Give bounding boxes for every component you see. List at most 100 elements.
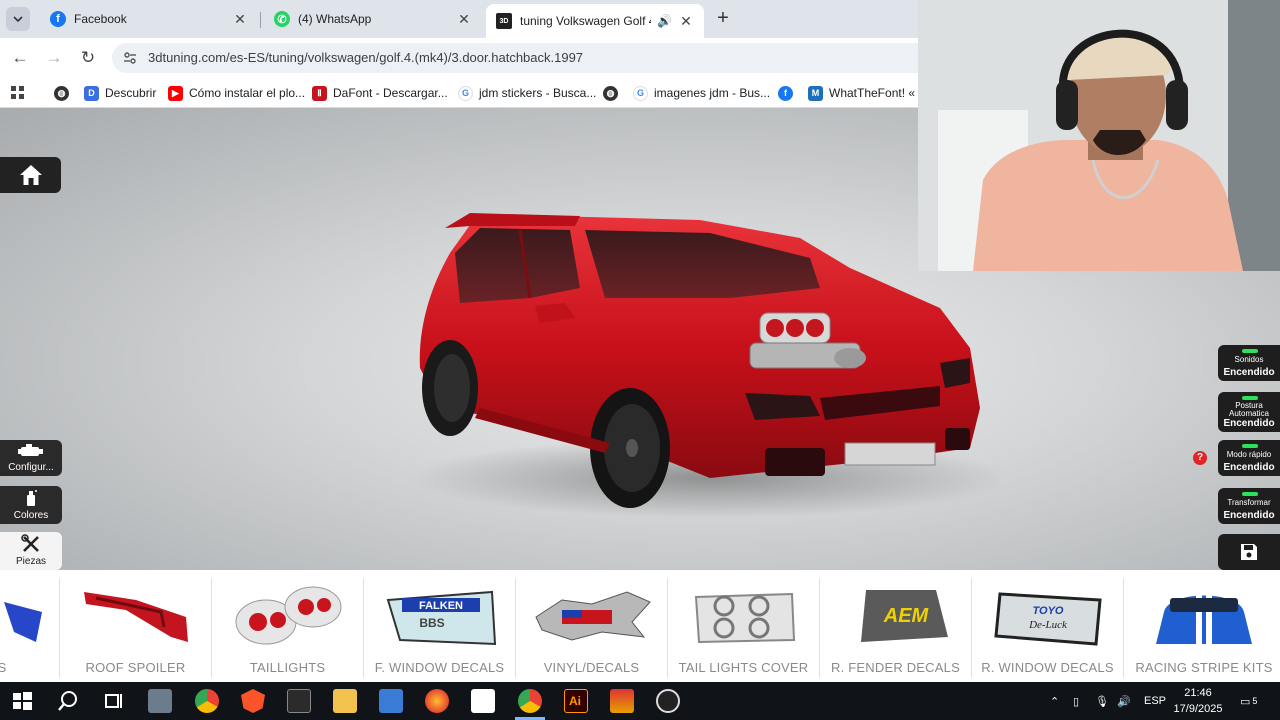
tab-whatsapp[interactable]: ✆ (4) WhatsApp ✕ xyxy=(264,4,482,34)
tab-search-button[interactable] xyxy=(6,7,30,31)
part-item-rear-window-decals[interactable]: TOYO De-Luck R. WINDOW DECALS xyxy=(972,578,1124,678)
usb-icon[interactable]: ▯ xyxy=(1073,682,1079,720)
svg-text:AEM: AEM xyxy=(883,605,930,627)
3dtuning-icon: 3D xyxy=(496,13,512,29)
toggle-sounds[interactable]: Sonidos Encendido xyxy=(1218,345,1280,381)
globe-icon: ◍ xyxy=(603,85,618,101)
tray-expand-button[interactable]: ⌃ xyxy=(1050,682,1059,720)
part-thumbnail: FALKEN BBS xyxy=(386,590,497,646)
brave-icon[interactable] xyxy=(241,689,265,713)
bookmark-globe-2[interactable]: ◍ xyxy=(603,84,624,102)
browser-toolbar: ← → ↻ 3dtuning.com/es-ES/tuning/volkswag… xyxy=(0,38,932,78)
part-item-rear-fender-decals[interactable]: AEM R. FENDER DECALS xyxy=(820,578,972,678)
forward-button[interactable]: → xyxy=(43,47,65,69)
part-thumbnail: TOYO De-Luck xyxy=(994,592,1102,646)
svg-text:FALKEN: FALKEN xyxy=(419,600,463,612)
search-button[interactable] xyxy=(56,689,80,713)
discover-icon: D xyxy=(84,85,99,101)
toggle-auto-stance[interactable]: Postura Automatica Encendido xyxy=(1218,392,1280,432)
tab-facebook[interactable]: f Facebook ✕ xyxy=(40,4,258,34)
globe-icon: ◍ xyxy=(54,85,69,101)
chrome-icon[interactable] xyxy=(195,689,219,713)
clock[interactable]: 21:46 17/9/2025 xyxy=(1168,685,1228,717)
task-view-button[interactable] xyxy=(102,689,126,713)
bookmark-globe[interactable]: ◍ xyxy=(54,84,75,102)
terminal-icon[interactable] xyxy=(287,689,311,713)
part-item-tail-lights-cover[interactable]: TAIL LIGHTS COVER xyxy=(668,578,820,678)
part-item-roof-spoiler[interactable]: ROOF SPOILER xyxy=(60,578,212,678)
winrar-icon[interactable] xyxy=(610,689,634,713)
facebook-icon: f xyxy=(50,11,66,27)
car-model[interactable] xyxy=(380,158,1000,518)
whatsapp-icon: ✆ xyxy=(274,11,290,27)
part-thumbnail xyxy=(235,586,342,645)
new-tab-button[interactable]: + xyxy=(712,8,734,30)
bookmark-whatthefont[interactable]: M WhatTheFont! « M xyxy=(808,84,928,102)
toggle-transform[interactable]: Transformar Encendido xyxy=(1218,488,1280,524)
status-led xyxy=(1242,396,1258,400)
status-led xyxy=(1242,492,1258,496)
speaker-icon[interactable]: 🔊 xyxy=(657,14,672,28)
help-button[interactable]: ? xyxy=(1193,451,1207,465)
part-thumbnail xyxy=(535,591,651,641)
google-icon: G xyxy=(458,85,473,101)
part-thumbnail xyxy=(694,592,796,644)
status-led xyxy=(1242,444,1258,448)
notifications-button[interactable]: ▭ 5 xyxy=(1240,682,1257,720)
apps-button[interactable] xyxy=(11,84,25,102)
save-icon xyxy=(1241,544,1257,560)
part-item-vinyl-decals[interactable]: VINYL/DECALS xyxy=(516,578,668,678)
site-info-icon[interactable] xyxy=(122,50,138,66)
bookmark-jdm-stickers[interactable]: G jdm stickers - Busca... xyxy=(458,84,596,102)
close-tab-icon[interactable]: ✕ xyxy=(232,11,248,28)
part-thumbnail xyxy=(4,602,42,642)
youtube-icon: ▶ xyxy=(168,85,183,101)
volume-icon[interactable]: 🔊 xyxy=(1117,682,1131,720)
reload-button[interactable]: ↻ xyxy=(77,47,99,69)
whatthefont-icon: M xyxy=(808,85,823,101)
colors-button[interactable]: Colores xyxy=(0,486,62,524)
status-led xyxy=(1242,349,1258,353)
bookmark-imagenes-jdm[interactable]: G imagenes jdm - Bus... xyxy=(633,84,770,102)
part-thumbnail xyxy=(84,592,188,642)
search-icon xyxy=(58,691,77,711)
chrome-active-icon[interactable] xyxy=(518,689,542,713)
tab-separator xyxy=(260,12,261,28)
dafont-icon: Ⅱ xyxy=(312,85,327,101)
illustrator-icon[interactable]: Ai xyxy=(564,689,588,713)
home-icon xyxy=(19,165,42,185)
bookmark-youtube[interactable]: ▶ Cómo instalar el plo... xyxy=(168,84,305,102)
language-indicator[interactable]: ESP xyxy=(1144,682,1166,720)
notification-icon: ▭ xyxy=(1240,695,1251,708)
part-item-racing-stripe-kits[interactable]: RACING STRIPE KITS xyxy=(1128,578,1280,678)
part-item-taillights[interactable]: TAILLIGHTS xyxy=(212,578,364,678)
part-item-front-window-decals[interactable]: FALKEN BBS F. WINDOW DECALS xyxy=(364,578,516,678)
close-tab-icon[interactable]: ✕ xyxy=(678,13,694,30)
document-app-icon[interactable] xyxy=(471,689,495,713)
home-button[interactable] xyxy=(0,157,61,193)
photos-icon[interactable] xyxy=(379,689,403,713)
parts-button[interactable]: Piezas xyxy=(0,532,62,570)
google-icon: G xyxy=(633,85,648,101)
bookmark-facebook[interactable]: f xyxy=(778,84,799,102)
bookmark-descubrir[interactable]: D Descubrir xyxy=(84,84,156,102)
microphone-icon[interactable]: 🎙 xyxy=(1095,682,1109,720)
facebook-icon: f xyxy=(778,85,793,101)
back-button[interactable]: ← xyxy=(9,47,31,69)
calculator-icon[interactable] xyxy=(148,689,172,713)
windows-start-button[interactable] xyxy=(10,689,34,713)
tab-3dtuning[interactable]: 3D tuning Volkswagen Golf 4 ( 🔊 ✕ xyxy=(486,4,704,38)
obs-icon[interactable] xyxy=(656,689,680,713)
configure-button[interactable]: Configur... xyxy=(0,440,62,476)
address-bar[interactable]: 3dtuning.com/es-ES/tuning/volkswagen/gol… xyxy=(112,43,932,73)
file-explorer-icon[interactable] xyxy=(333,689,357,713)
close-tab-icon[interactable]: ✕ xyxy=(456,11,472,28)
toggle-fast-mode[interactable]: Modo rápido Encendido xyxy=(1218,440,1280,476)
svg-text:BBS: BBS xyxy=(419,616,444,630)
spray-paint-icon xyxy=(27,490,37,506)
firefox-icon[interactable] xyxy=(425,689,449,713)
bookmark-dafont[interactable]: Ⅱ DaFont - Descargar... xyxy=(312,84,448,102)
part-item-bumpers[interactable]: RS xyxy=(0,578,60,678)
chevron-down-icon xyxy=(13,16,23,22)
save-button[interactable] xyxy=(1218,534,1280,570)
